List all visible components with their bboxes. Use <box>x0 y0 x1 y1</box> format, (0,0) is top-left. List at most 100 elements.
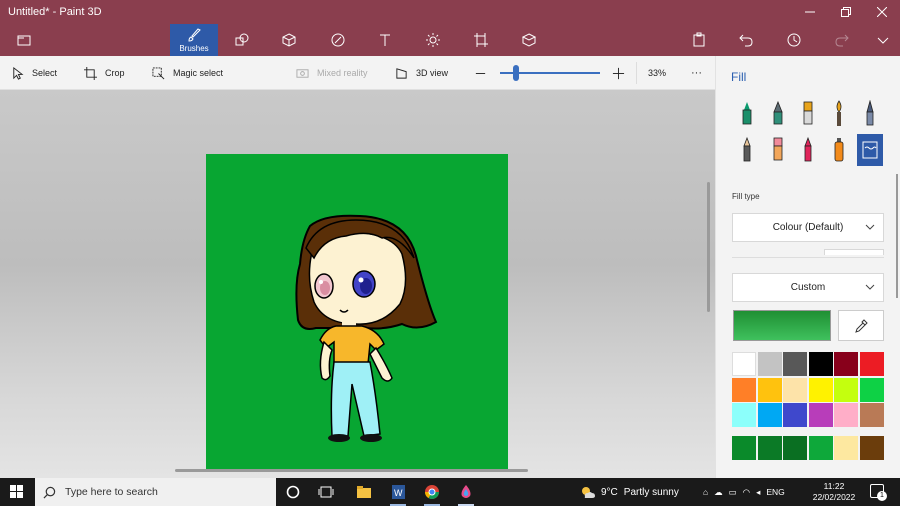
palette-swatch[interactable] <box>757 403 782 427</box>
chrome-icon[interactable] <box>424 484 440 500</box>
undo-button[interactable] <box>730 24 762 56</box>
weather-widget[interactable]: 9°C Partly sunny <box>580 478 679 506</box>
brushes-label: Brushes <box>179 44 209 53</box>
brushes-button[interactable]: Brushes <box>170 24 218 56</box>
tool-pencil[interactable] <box>734 134 760 166</box>
people-icon[interactable]: ⌂ <box>703 487 708 497</box>
tool-eraser[interactable] <box>765 134 791 166</box>
task-view-icon[interactable] <box>318 484 334 500</box>
palette-swatch[interactable] <box>783 403 807 427</box>
drawing-canvas[interactable] <box>206 154 508 470</box>
panel-scrollbar[interactable] <box>896 174 898 298</box>
palette-swatch[interactable] <box>732 352 756 376</box>
battery-icon[interactable]: ▭ <box>729 487 737 498</box>
opacity-slider[interactable] <box>824 249 884 255</box>
magic-select-button[interactable]: Magic select <box>152 56 223 90</box>
clock[interactable]: 11:22 22/02/2022 <box>810 481 858 503</box>
horizontal-scrollbar[interactable] <box>175 469 528 472</box>
palette-swatch[interactable] <box>834 352 858 376</box>
onedrive-icon[interactable]: ☁ <box>714 487 723 498</box>
eyedropper-button[interactable] <box>838 310 884 341</box>
palette-swatch[interactable] <box>808 436 833 460</box>
language-indicator[interactable]: ENG <box>766 487 784 497</box>
pixel-pen-icon <box>866 100 874 126</box>
word-icon[interactable]: W <box>390 484 406 500</box>
close-button[interactable] <box>864 0 900 24</box>
canvas-button[interactable] <box>465 24 497 56</box>
history-button[interactable] <box>778 24 810 56</box>
3d-shapes-button[interactable] <box>273 24 305 56</box>
crop-icon <box>84 66 97 80</box>
3d-library-button[interactable] <box>513 24 545 56</box>
paste-button[interactable] <box>683 24 715 56</box>
palette-swatch[interactable] <box>834 403 858 427</box>
palette-swatch[interactable] <box>732 403 756 427</box>
tool-calligraphy-pen[interactable] <box>765 98 791 130</box>
restore-button[interactable] <box>828 0 864 24</box>
volume-icon[interactable]: ◂ <box>756 487 760 498</box>
zoom-in-button[interactable] <box>612 56 633 90</box>
palette-swatch[interactable] <box>757 352 782 376</box>
cortana-icon[interactable] <box>285 484 301 500</box>
effects-button[interactable] <box>417 24 449 56</box>
minimize-button[interactable] <box>792 0 828 24</box>
minimize-icon <box>805 11 815 13</box>
palette-swatch[interactable] <box>859 436 884 460</box>
fill-type-label: Fill type <box>732 192 760 201</box>
fill-type-dropdown[interactable]: Colour (Default) <box>732 213 884 242</box>
file-explorer-icon[interactable] <box>356 484 372 500</box>
palette-swatch[interactable] <box>783 436 807 460</box>
watercolor-icon <box>836 100 842 126</box>
palette-swatch[interactable] <box>859 403 884 427</box>
tool-watercolor[interactable] <box>826 98 852 130</box>
windows-start-icon[interactable] <box>10 485 24 499</box>
mixed-reality-button[interactable]: Mixed reality <box>296 56 368 90</box>
palette-swatch[interactable] <box>757 436 782 460</box>
chevron-down-icon <box>877 37 889 44</box>
menu-button[interactable] <box>8 24 40 56</box>
sub-toolbar: Select Crop Magic select Mixed reality 3… <box>0 56 715 90</box>
magic-select-label: Magic select <box>173 68 224 78</box>
2d-shapes-button[interactable] <box>226 24 258 56</box>
paint-3d-icon[interactable] <box>458 484 474 500</box>
taskbar-search[interactable]: Type here to search <box>35 478 276 506</box>
zoom-out-button[interactable] <box>474 56 495 90</box>
notification-count: 1 <box>877 491 887 501</box>
redo-button[interactable] <box>826 24 858 56</box>
palette-swatch[interactable] <box>783 377 807 402</box>
text-button[interactable] <box>369 24 401 56</box>
palette-swatch[interactable] <box>834 377 858 402</box>
3d-view-label: 3D view <box>416 68 449 78</box>
more-options-button[interactable]: ··· <box>691 56 702 90</box>
tool-fill[interactable] <box>857 134 883 166</box>
crop-button[interactable]: Crop <box>84 56 125 90</box>
palette-swatch[interactable] <box>732 436 756 460</box>
stickers-button[interactable] <box>322 24 354 56</box>
tool-crayon[interactable] <box>795 134 821 166</box>
3d-shapes-icon <box>282 33 296 47</box>
zoom-slider-thumb[interactable] <box>513 65 519 81</box>
weather-temp: 9°C <box>601 486 618 498</box>
paste-icon <box>693 32 705 47</box>
tool-marker[interactable] <box>734 98 760 130</box>
expand-button[interactable] <box>867 24 899 56</box>
tool-pixel-pen[interactable] <box>857 98 883 130</box>
tool-oil-brush[interactable] <box>795 98 821 130</box>
palette-swatch[interactable] <box>783 352 807 376</box>
select-button[interactable]: Select <box>11 56 57 90</box>
color-mode-dropdown[interactable]: Custom <box>732 273 884 302</box>
wifi-icon[interactable]: ◠ <box>743 487 750 498</box>
3d-view-button[interactable]: 3D view <box>395 56 448 90</box>
palette-swatch[interactable] <box>859 352 884 376</box>
palette-swatch[interactable] <box>808 403 833 427</box>
palette-swatch[interactable] <box>808 352 833 376</box>
notification-center-button[interactable]: 1 <box>870 484 887 501</box>
palette-swatch[interactable] <box>834 436 858 460</box>
vertical-scrollbar[interactable] <box>707 182 710 312</box>
palette-swatch[interactable] <box>757 377 782 402</box>
tool-spray-can[interactable] <box>826 134 852 166</box>
palette-swatch[interactable] <box>732 377 756 402</box>
current-color-preview[interactable] <box>733 310 831 341</box>
palette-swatch[interactable] <box>808 377 833 402</box>
palette-swatch[interactable] <box>859 377 884 402</box>
